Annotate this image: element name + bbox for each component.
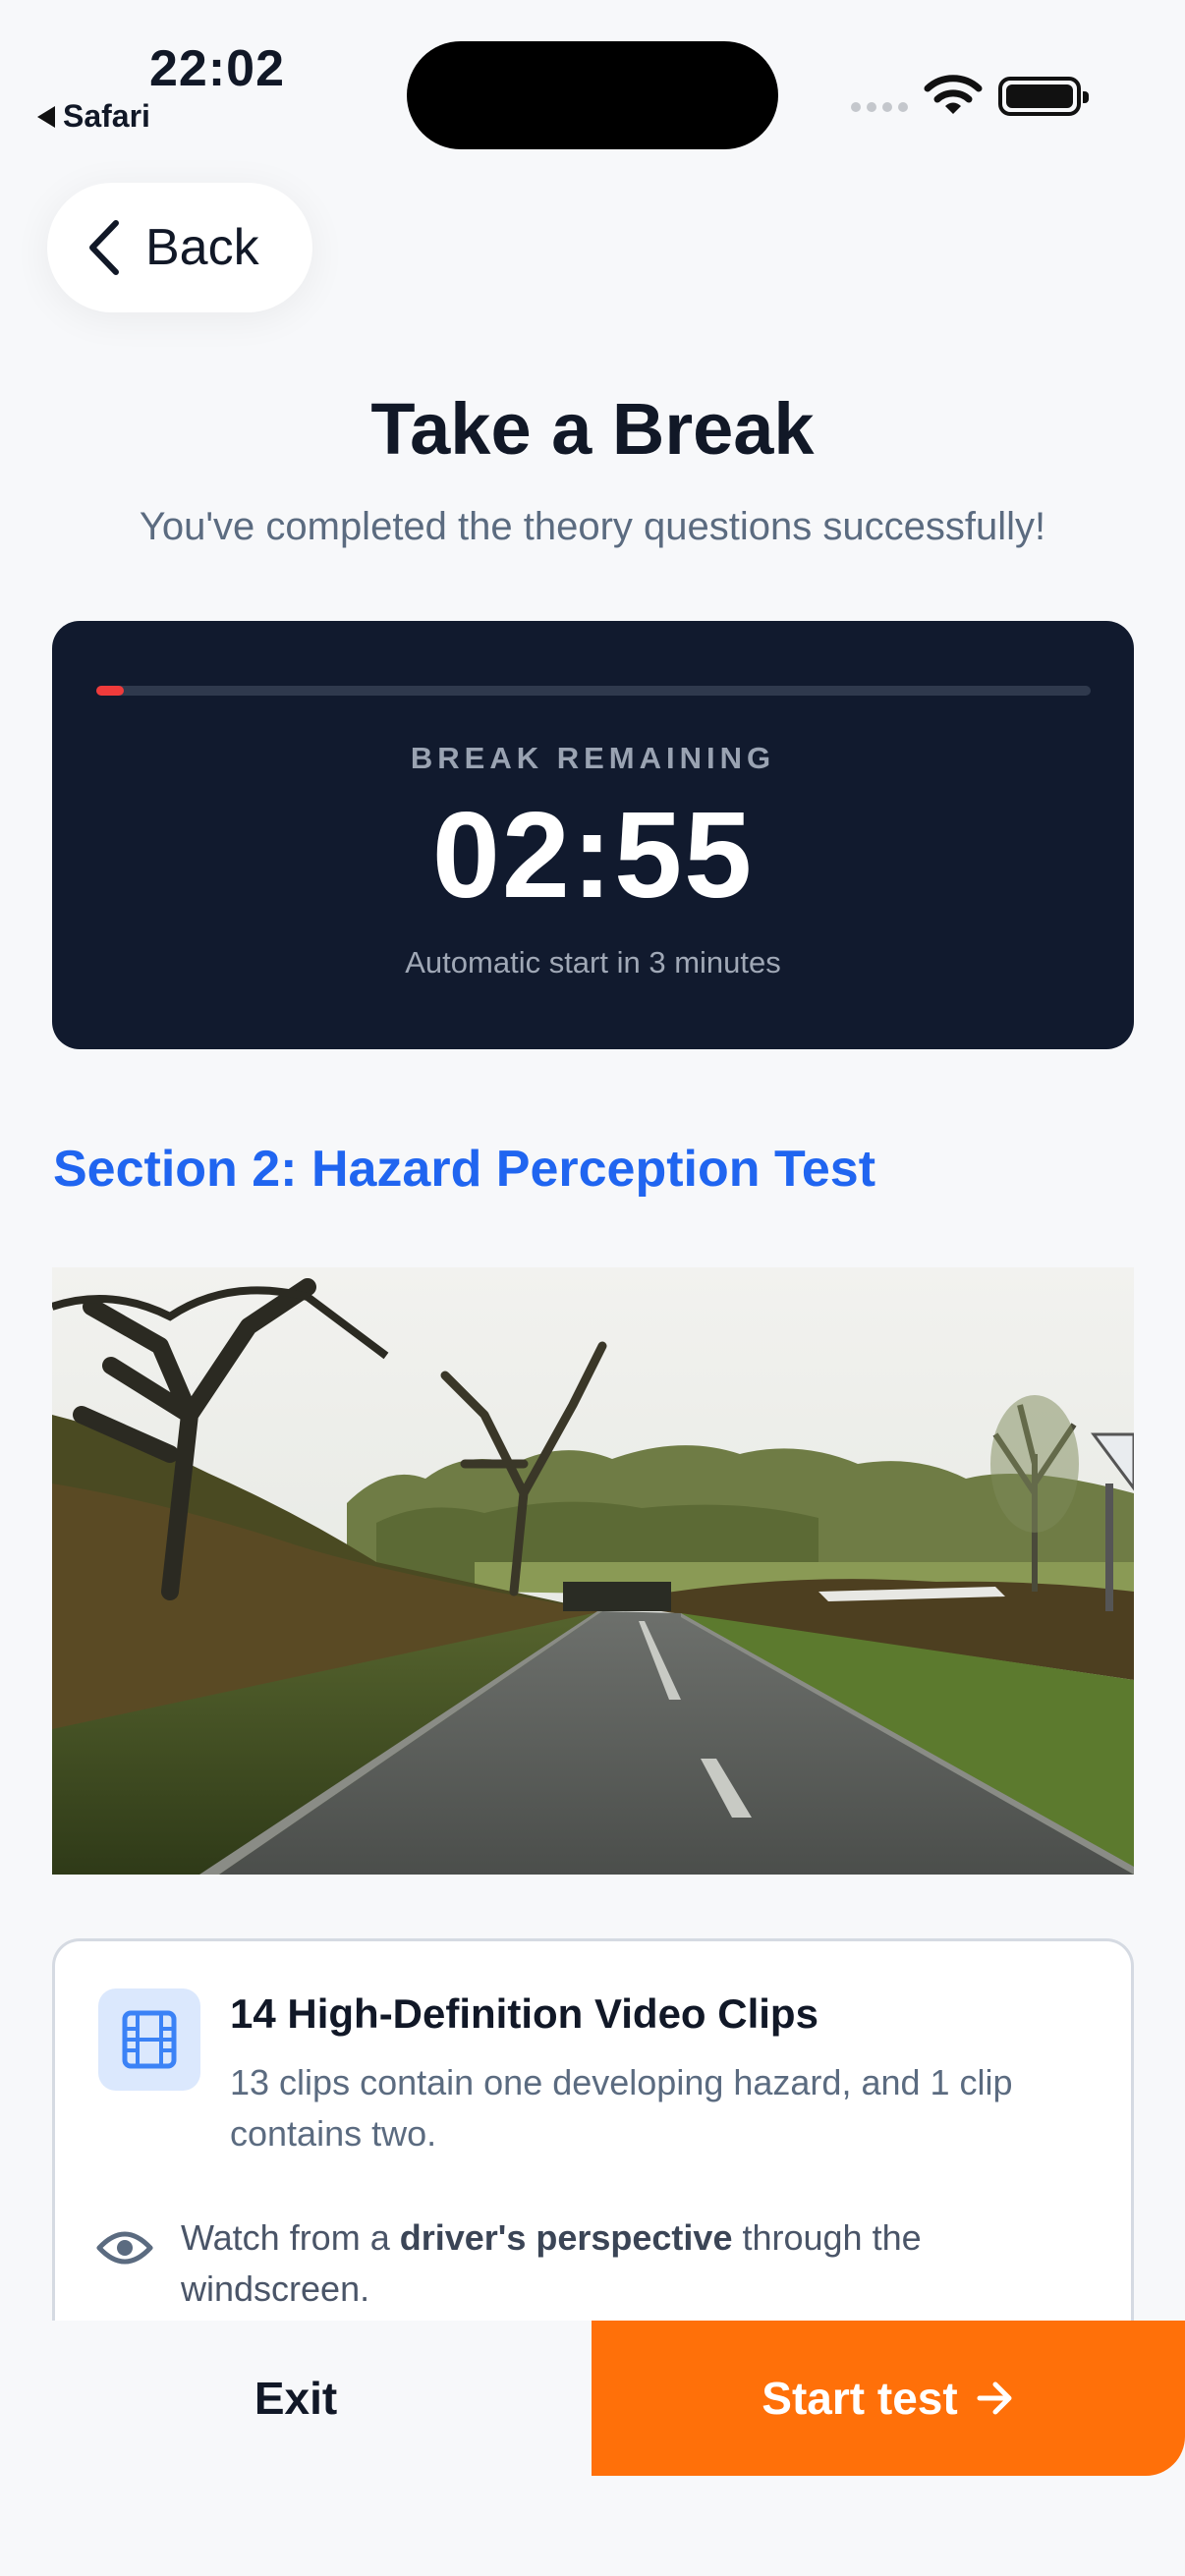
timer-note: Automatic start in 3 minutes [405,945,781,980]
feature-description: 13 clips contain one developing hazard, … [230,2062,1013,2154]
road-preview-image [52,1267,1134,1875]
status-time: 22:02 [149,40,285,97]
chevron-left-icon [89,220,119,275]
back-triangle-icon [37,105,55,128]
wifi-icon [924,75,983,114]
back-label: Back [145,219,259,276]
return-to-safari[interactable]: Safari [37,98,150,135]
break-timer-card: BREAK REMAINING 02:55 Automatic start in… [52,621,1134,1049]
page-subtitle: You've completed the theory questions su… [139,505,1046,548]
dynamic-island [407,41,778,149]
arrow-right-icon [977,2381,1012,2415]
watch-perspective-text: Watch from a driver's perspective throug… [181,2217,922,2309]
film-icon [98,1988,200,2091]
return-app-label: Safari [63,98,150,134]
start-test-button[interactable]: Start test [592,2321,1185,2476]
break-screen: 22:02 Safari Back Take a Break You've co… [0,0,1185,2576]
eye-icon [96,2231,153,2265]
cellular-signal-icon [851,102,908,112]
battery-icon [998,77,1089,116]
break-progress-bar [96,686,1091,696]
watch-emphasis: driver's perspective [399,2217,733,2258]
timer-label: BREAK REMAINING [410,741,776,775]
timer-countdown: 02:55 [431,788,755,924]
section-info-card: 14 High-Definition Video Clips 13 clips … [52,1938,1134,2331]
exit-button[interactable]: Exit [0,2321,592,2476]
page-title: Take a Break [370,388,815,470]
start-test-label: Start test [762,2373,958,2424]
back-button[interactable]: Back [47,183,312,312]
break-progress-fill [96,686,125,696]
section-heading: Section 2: Hazard Perception Test [53,1141,876,1198]
feature-title: 14 High-Definition Video Clips [230,1990,818,2037]
